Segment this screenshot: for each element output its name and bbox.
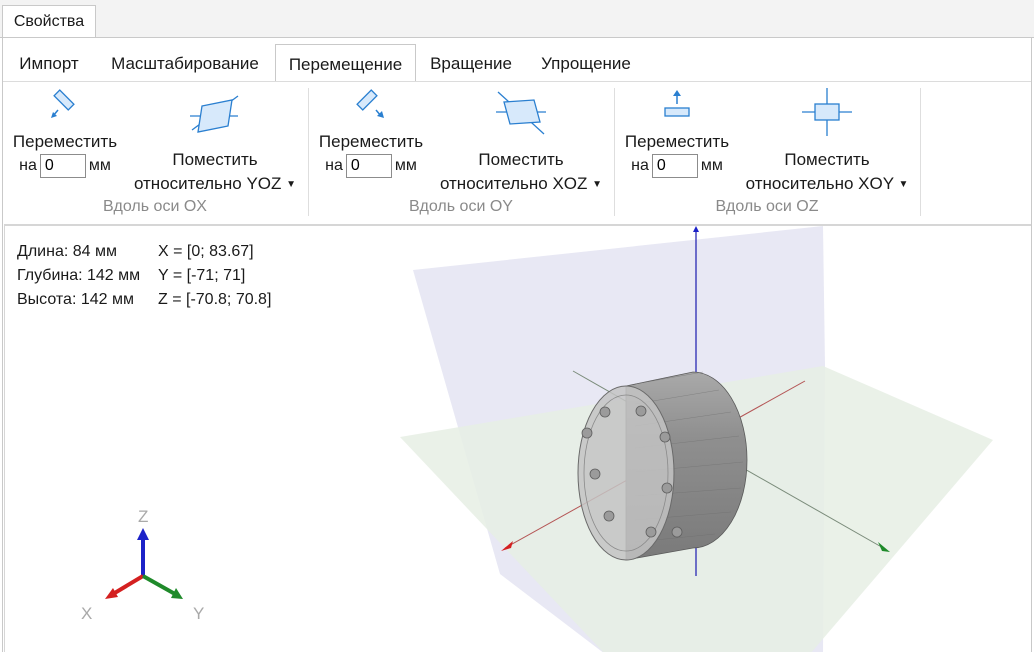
group-separator [614, 88, 615, 216]
group-oz-label: Вдоль оси OZ [715, 198, 819, 215]
tab-simplification[interactable]: Упрощение [526, 44, 646, 82]
window-tab-bar: Свойства [0, 0, 1034, 38]
move-z-input[interactable] [651, 154, 698, 178]
group-separator [920, 88, 921, 216]
move-y-label: Переместить [318, 132, 424, 151]
move-z-label: Переместить [624, 132, 730, 151]
tab-scaling[interactable]: Масштабирование [96, 44, 274, 82]
move-z-button[interactable]: Переместить на мм [622, 82, 732, 192]
properties-tab[interactable]: Свойства [2, 5, 96, 37]
gizmo-y-label: Y [193, 604, 204, 623]
length-label: Длина: 84 мм [17, 243, 117, 260]
dropdown-caret-icon: ▼ [286, 179, 297, 191]
plane-yoz-icon [190, 95, 239, 133]
move-x-label: Переместить [12, 132, 118, 151]
place-yoz-line1: Поместить [172, 150, 258, 169]
place-xoz-line2: относительно XOZ [439, 174, 588, 193]
move-x-input[interactable] [39, 154, 86, 178]
dimension-row-z: Высота: 142 мм Z = [-70.8; 70.8] [17, 288, 271, 312]
y-range: Y = [-71; 71] [158, 267, 246, 284]
move-z-unit: мм [700, 157, 723, 174]
gizmo-z-label: Z [138, 507, 148, 526]
place-yoz-line2: относительно YOZ [133, 174, 282, 193]
cylinder-model[interactable] [577, 371, 748, 561]
place-xoy-line2: относительно XOY [745, 174, 894, 193]
plane-xoz-icon [496, 91, 546, 135]
z-range: Z = [-70.8; 70.8] [158, 291, 272, 308]
group-oy-label: Вдоль оси OY [409, 198, 513, 215]
plane-xoy-icon [802, 88, 852, 136]
3d-viewport[interactable]: Z X Y Длина: 84 мм X = [0; 83.67] Глубина… [4, 224, 1031, 652]
move-x-on-label: на [19, 157, 37, 174]
group-along-ox: Переместить на мм Поместить относительно… [4, 82, 306, 218]
place-relative-xoz-button[interactable]: Поместить относительно XOZ ▼ [436, 82, 606, 193]
dropdown-caret-icon: ▼ [898, 179, 909, 191]
tab-moving[interactable]: Перемещение [275, 44, 416, 82]
move-y-input[interactable] [345, 154, 392, 178]
dropdown-caret-icon: ▼ [592, 179, 603, 191]
z-axis-arrow [693, 226, 699, 232]
move-x-button[interactable]: Переместить на мм [10, 82, 120, 192]
move-y-on-label: на [325, 157, 343, 174]
tab-rotation[interactable]: Вращение [417, 44, 525, 82]
group-ox-label: Вдоль оси OX [103, 198, 207, 215]
x-range: X = [0; 83.67] [158, 243, 254, 260]
move-y-button[interactable]: Переместить на мм [316, 82, 426, 192]
place-xoz-line1: Поместить [478, 150, 564, 169]
place-relative-yoz-button[interactable]: Поместить относительно YOZ ▼ [130, 82, 300, 193]
place-relative-xoy-button[interactable]: Поместить относительно XOY ▼ [742, 82, 912, 193]
arrow-diag-icon [356, 89, 384, 118]
dimension-row-x: Длина: 84 мм X = [0; 83.67] [17, 240, 271, 264]
arrow-diag-icon [51, 89, 75, 118]
move-y-unit: мм [394, 157, 417, 174]
gizmo-x-label: X [81, 604, 92, 623]
group-along-oz: Переместить на мм Поместить относительно… [616, 82, 918, 218]
model-dimensions: Длина: 84 мм X = [0; 83.67] Глубина: 142 … [17, 240, 271, 312]
group-along-oy: Переместить на мм Поместить относительно… [310, 82, 612, 218]
group-separator [308, 88, 309, 216]
place-xoy-line1: Поместить [784, 150, 870, 169]
orientation-gizmo: Z X Y [81, 507, 204, 623]
height-label: Высота: 142 мм [17, 291, 134, 308]
dimension-row-y: Глубина: 142 мм Y = [-71; 71] [17, 264, 271, 288]
move-x-unit: мм [88, 157, 111, 174]
move-z-on-label: на [631, 157, 649, 174]
tab-import[interactable]: Импорт [4, 44, 94, 82]
depth-label: Глубина: 142 мм [17, 267, 141, 284]
arrow-up-icon [664, 90, 690, 117]
